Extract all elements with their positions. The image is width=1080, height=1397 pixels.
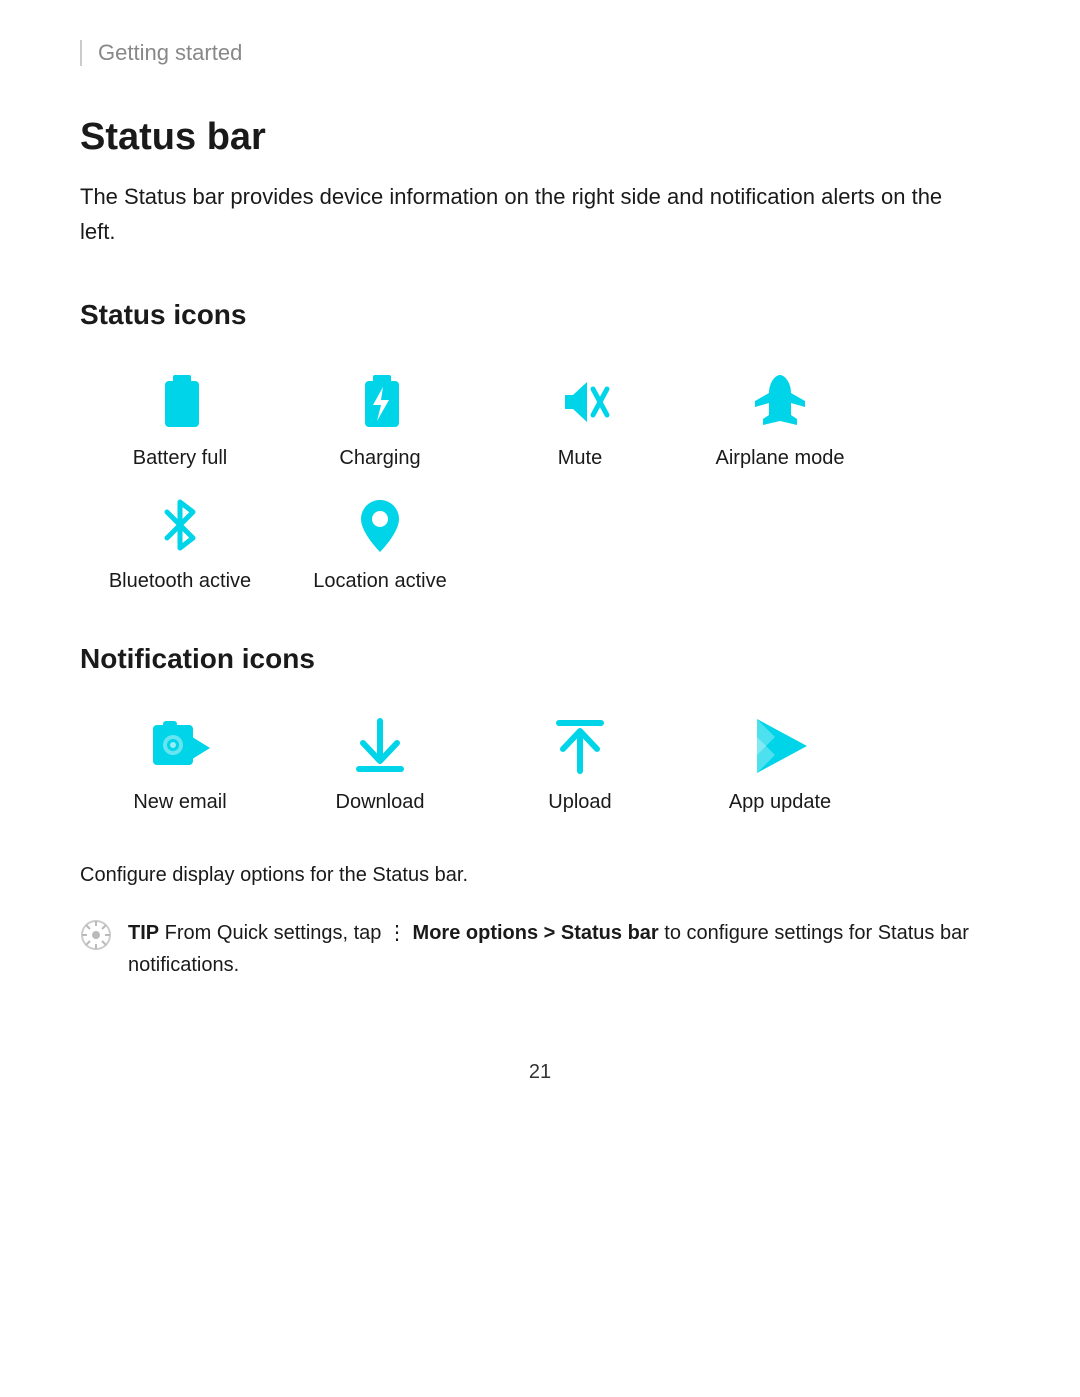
- app-update-icon: [745, 711, 815, 781]
- download-label: Download: [336, 791, 425, 814]
- location-icon: [345, 490, 415, 560]
- notification-icon-download: Download: [280, 711, 480, 814]
- bluetooth-label: Bluetooth active: [109, 570, 251, 593]
- airplane-label: Airplane mode: [716, 447, 845, 470]
- intro-text: The Status bar provides device informati…: [80, 179, 980, 249]
- bluetooth-icon: [145, 490, 215, 560]
- status-icons-grid: Battery full Charging Mute Airplane mode: [80, 367, 1000, 593]
- tip-content: TIP From Quick settings, tap ⋮ More opti…: [128, 917, 980, 981]
- status-icon-charging: Charging: [280, 367, 480, 470]
- status-icon-mute: Mute: [480, 367, 680, 470]
- mute-icon: [545, 367, 615, 437]
- status-icon-battery-full: Battery full: [80, 367, 280, 470]
- tip-text1: From Quick settings, tap: [159, 922, 387, 944]
- charging-icon: [345, 367, 415, 437]
- download-icon: [345, 711, 415, 781]
- notification-icon-upload: Upload: [480, 711, 680, 814]
- location-label: Location active: [313, 570, 446, 593]
- app-update-label: App update: [729, 791, 831, 814]
- new-email-icon: [145, 711, 215, 781]
- breadcrumb: Getting started: [80, 40, 1000, 66]
- charging-label: Charging: [339, 447, 420, 470]
- battery-full-icon: [145, 367, 215, 437]
- battery-full-label: Battery full: [133, 447, 227, 470]
- notification-icon-app-update: App update: [680, 711, 880, 814]
- status-icon-airplane: Airplane mode: [680, 367, 880, 470]
- notification-icons-grid: New email Download Upload App update: [80, 711, 1000, 814]
- status-icon-location: Location active: [280, 490, 480, 593]
- configure-text: Configure display options for the Status…: [80, 864, 1000, 887]
- tip-keyword: TIP: [128, 922, 159, 944]
- page-title: Status bar: [80, 116, 1000, 159]
- tip-bold-text: More options > Status bar: [413, 922, 659, 944]
- notification-icon-email: New email: [80, 711, 280, 814]
- airplane-icon: [745, 367, 815, 437]
- page-number: 21: [80, 1061, 1000, 1084]
- status-icon-bluetooth: Bluetooth active: [80, 490, 280, 593]
- upload-icon: [545, 711, 615, 781]
- tip-icon: [80, 919, 112, 961]
- tip-more-options-icon: ⋮: [387, 922, 413, 944]
- tip-box: TIP From Quick settings, tap ⋮ More opti…: [80, 917, 980, 981]
- notification-icons-heading: Notification icons: [80, 643, 1000, 675]
- new-email-label: New email: [133, 791, 226, 814]
- mute-label: Mute: [558, 447, 602, 470]
- status-icons-heading: Status icons: [80, 299, 1000, 331]
- upload-label: Upload: [548, 791, 611, 814]
